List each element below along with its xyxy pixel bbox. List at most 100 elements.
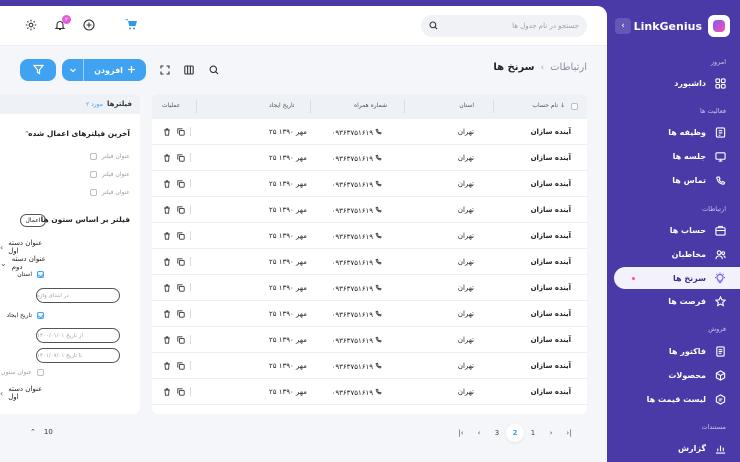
table-row[interactable]: آینده سازان تهران ۰۹۳۶۳۷۵۱۶۱۹ ۲۵ مهر ۱۳۹۰ [152, 223, 587, 249]
copy-icon[interactable] [176, 179, 185, 188]
delete-icon[interactable] [162, 127, 171, 136]
fullscreen-icon[interactable] [159, 64, 171, 76]
delete-icon[interactable] [162, 361, 171, 370]
filter-button[interactable] [20, 59, 56, 81]
cell-name[interactable]: آینده سازان [531, 258, 571, 266]
delete-icon[interactable] [162, 257, 171, 266]
page-number[interactable]: 3 [488, 424, 506, 442]
table-row[interactable]: آینده سازان تهران ۰۹۳۶۳۷۵۱۶۱۹ ۲۵ مهر ۱۳۹۰ [152, 353, 587, 379]
next-page-icon[interactable]: › [542, 424, 560, 442]
sidebar-item-dashboard[interactable]: داشبورد [607, 72, 740, 94]
table-row[interactable]: آینده سازان تهران ۰۹۳۶۳۷۵۱۶۱۹ ۲۵ مهر ۱۳۹۰ [152, 301, 587, 327]
copy-icon[interactable] [176, 257, 185, 266]
filter-group-1[interactable]: عنوان دسته اول ‹ [0, 239, 50, 255]
cell-name[interactable]: آینده سازان [531, 388, 571, 396]
copy-icon[interactable] [176, 309, 185, 318]
checkbox-checked[interactable] [37, 312, 44, 319]
brand[interactable]: LinkGenius [634, 14, 730, 38]
sidebar-item-invoices[interactable]: فاکتور ها [607, 340, 740, 362]
column-header-created[interactable]: تاریخ ایجاد [269, 102, 295, 109]
cell-name[interactable]: آینده سازان [531, 284, 571, 292]
cell-name[interactable]: آینده سازان [531, 232, 571, 240]
filter-group-3[interactable]: عنوان دسته اول ‹ [0, 385, 50, 401]
table-search-icon[interactable] [208, 64, 220, 76]
copy-icon[interactable] [176, 361, 185, 370]
page-number-current[interactable]: 2 [506, 424, 524, 442]
column-header-name[interactable]: نام حساب ↓ [532, 102, 565, 109]
filter-field-column-title[interactable]: عنوان ستون [1, 369, 44, 376]
recent-filter-item[interactable]: عنوان فیلتر [89, 153, 130, 160]
filter-group-2[interactable]: عنوان دسته دوم ⌄ [0, 255, 50, 271]
cell-name[interactable]: آینده سازان [531, 180, 571, 188]
recent-filter-item[interactable]: عنوان فیلتر [89, 189, 130, 196]
date-from-input[interactable]: از تاریخ ۱۴۰۰/۰۱/۰۱ [36, 328, 120, 343]
table-row[interactable]: آینده سازان تهران ۰۹۳۶۳۷۵۱۶۱۹ ۲۵ مهر ۱۳۹۰ [152, 197, 587, 223]
table-row[interactable]: آینده سازان تهران ۰۹۳۶۳۷۵۱۶۱۹ ۲۵ مهر ۱۳۹۰ [152, 145, 587, 171]
table-row[interactable]: آینده سازان تهران ۰۹۳۶۳۷۵۱۶۱۹ ۲۵ مهر ۱۳۹۰ [152, 249, 587, 275]
column-header-province[interactable]: استان [459, 102, 474, 109]
sidebar-item-price-lists[interactable]: لیست قیمت ها [607, 388, 740, 410]
settings-gear-icon[interactable] [24, 18, 38, 32]
checkbox[interactable] [89, 189, 97, 196]
table-row[interactable]: آینده سازان تهران ۰۹۳۶۳۷۵۱۶۱۹ ۲۵ مهر ۱۳۹۰ [152, 171, 587, 197]
notification-bell-icon[interactable]: ۲ [53, 15, 71, 32]
sidebar-item-reports[interactable]: گزارش [607, 437, 740, 459]
cell-name[interactable]: آینده سازان [531, 310, 571, 318]
table-row[interactable]: آینده سازان تهران ۰۹۳۶۳۷۵۱۶۱۹ ۲۵ مهر ۱۳۹۰ [152, 327, 587, 353]
per-page-selector[interactable]: ⌃ 10 [30, 428, 53, 436]
table-row[interactable]: آینده سازان تهران ۰۹۳۶۳۷۵۱۶۱۹ ۲۵ مهر ۱۳۹۰ [152, 119, 587, 145]
sidebar-item-meetings[interactable]: جلسه ها [607, 145, 740, 167]
copy-icon[interactable] [176, 231, 185, 240]
sidebar-collapse-button[interactable]: ‹ [615, 18, 631, 34]
sidebar-item-accounts[interactable]: حساب ها [607, 219, 740, 241]
recent-filter-item[interactable]: عنوان فیلتر [89, 171, 130, 178]
delete-icon[interactable] [162, 283, 171, 292]
first-page-icon[interactable]: |‹ [452, 424, 470, 442]
apply-filters-button[interactable]: اعمال [20, 214, 46, 227]
sidebar-item-opportunities[interactable]: فرصت ها [607, 290, 740, 312]
province-filter-input[interactable]: در ابتدای واژه [36, 288, 120, 303]
search-input[interactable] [444, 22, 579, 30]
column-header-phone[interactable]: شماره همراه [354, 102, 387, 109]
chevron-down-icon[interactable] [62, 59, 84, 81]
select-all-checkbox[interactable] [571, 103, 578, 110]
sidebar-item-leads[interactable]: سرنخ ها [614, 267, 740, 289]
copy-icon[interactable] [176, 335, 185, 344]
sidebar-item-tasks[interactable]: وظیفه ها [607, 121, 740, 143]
cell-name[interactable]: آینده سازان [531, 362, 571, 370]
cell-name[interactable]: آینده سازان [531, 128, 571, 136]
cell-name[interactable]: آینده سازان [531, 336, 571, 344]
delete-icon[interactable] [162, 335, 171, 344]
shop-logo-icon[interactable] [124, 17, 138, 31]
previous-page-icon[interactable]: ‹ [470, 424, 488, 442]
columns-icon[interactable] [183, 64, 195, 76]
delete-icon[interactable] [162, 231, 171, 240]
delete-icon[interactable] [162, 387, 171, 396]
checkbox[interactable] [89, 153, 97, 160]
copy-icon[interactable] [176, 127, 185, 136]
copy-icon[interactable] [176, 387, 185, 396]
checkbox[interactable] [37, 369, 44, 376]
copy-icon[interactable] [176, 205, 185, 214]
date-to-input[interactable]: تا تاریخ ۱۴۰۱/۰۷/۰۱ [36, 348, 120, 363]
chevron-up-icon[interactable]: ⌃ [24, 130, 30, 138]
filter-field-created-date[interactable]: تاریخ ایجاد [6, 312, 44, 319]
add-button[interactable]: افزودن [62, 59, 146, 81]
delete-icon[interactable] [162, 153, 171, 162]
checkbox-checked[interactable] [37, 271, 44, 278]
delete-icon[interactable] [162, 205, 171, 214]
copy-icon[interactable] [176, 283, 185, 292]
cell-name[interactable]: آینده سازان [531, 154, 571, 162]
sidebar-item-contacts[interactable]: مخاطبان [607, 243, 740, 265]
table-row[interactable]: آینده سازان تهران ۰۹۳۶۳۷۵۱۶۱۹ ۲۵ مهر ۱۳۹۰ [152, 379, 587, 405]
delete-icon[interactable] [162, 309, 171, 318]
cell-name[interactable]: آینده سازان [531, 206, 571, 214]
sidebar-item-products[interactable]: محصولات [607, 364, 740, 386]
add-circle-icon[interactable] [82, 18, 96, 32]
delete-icon[interactable] [162, 179, 171, 188]
copy-icon[interactable] [176, 153, 185, 162]
sidebar-item-calls[interactable]: تماس ها [607, 169, 740, 191]
table-row[interactable]: آینده سازان تهران ۰۹۳۶۳۷۵۱۶۱۹ ۲۵ مهر ۱۳۹۰ [152, 275, 587, 301]
checkbox[interactable] [89, 171, 97, 178]
search-box[interactable] [421, 15, 587, 37]
